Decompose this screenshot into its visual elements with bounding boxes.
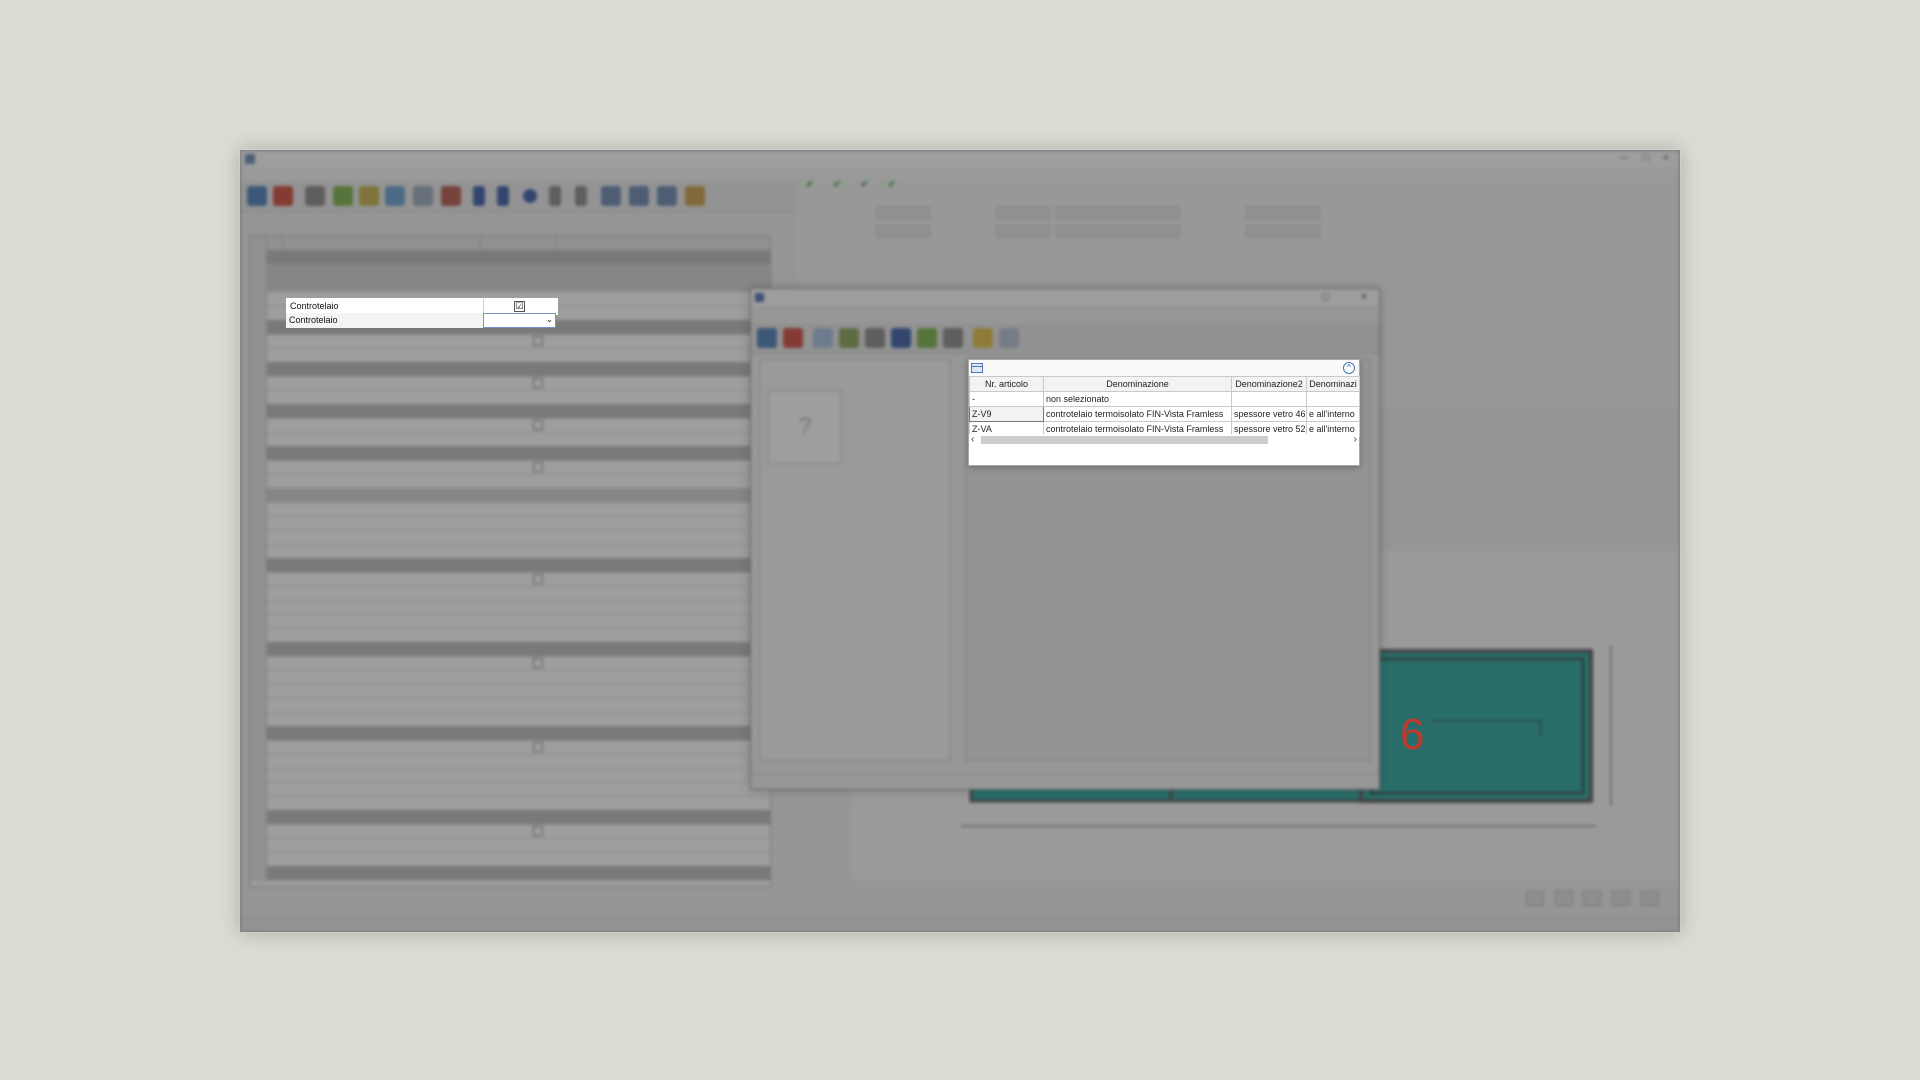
- focus-row-controtelaio-select[interactable]: Controtelaio ⌄: [286, 313, 556, 328]
- position-number-label: 6: [1400, 710, 1425, 759]
- table-cell-selected[interactable]: Z-V9: [969, 406, 1044, 422]
- scroll-left-icon[interactable]: ‹: [971, 434, 974, 446]
- lookup-table: Nr. articolo Denominazione Denominazione…: [969, 376, 1360, 437]
- horizontal-scrollbar[interactable]: ‹ ›: [969, 434, 1359, 446]
- scrollbar-thumb[interactable]: [981, 436, 1268, 444]
- table-header-row: Nr. articolo Denominazione Denominazione…: [969, 376, 1360, 392]
- column-header[interactable]: Denominazione2: [1231, 376, 1307, 392]
- row-label: Controtelaio: [289, 315, 338, 325]
- table-cell[interactable]: spessore vetro 46: [1231, 406, 1307, 422]
- column-header[interactable]: Nr. articolo: [969, 376, 1044, 392]
- chevron-down-icon[interactable]: ⌄: [546, 315, 553, 324]
- table-cell[interactable]: -: [969, 391, 1044, 407]
- table-cell[interactable]: non selezionato: [1043, 391, 1232, 407]
- controtelaio-checkbox[interactable]: ☑: [514, 301, 525, 312]
- grid-icon[interactable]: [971, 363, 983, 373]
- lookup-dropdown-popup: ^ Nr. articolo Denominazione Denominazio…: [968, 359, 1360, 466]
- dim-overlay: [240, 150, 1680, 932]
- row-label: Controtelaio: [290, 301, 339, 311]
- table-cell[interactable]: controtelaio termoisolato FIN-Vista Fram…: [1043, 406, 1232, 422]
- table-row[interactable]: - non selezionato: [969, 391, 1360, 407]
- table-cell[interactable]: [1231, 391, 1307, 407]
- table-cell[interactable]: e all'interno: [1306, 406, 1360, 422]
- table-row[interactable]: Z-V9 controtelaio termoisolato FIN-Vista…: [969, 406, 1360, 422]
- scroll-right-icon[interactable]: ›: [1354, 434, 1357, 446]
- table-cell[interactable]: [1306, 391, 1360, 407]
- controtelaio-dropdown[interactable]: ⌄: [483, 313, 556, 328]
- popup-header: ^: [969, 360, 1359, 376]
- column-header[interactable]: Denominazi: [1306, 376, 1360, 392]
- column-header[interactable]: Denominazione: [1043, 376, 1232, 392]
- collapse-icon[interactable]: ^: [1343, 362, 1355, 374]
